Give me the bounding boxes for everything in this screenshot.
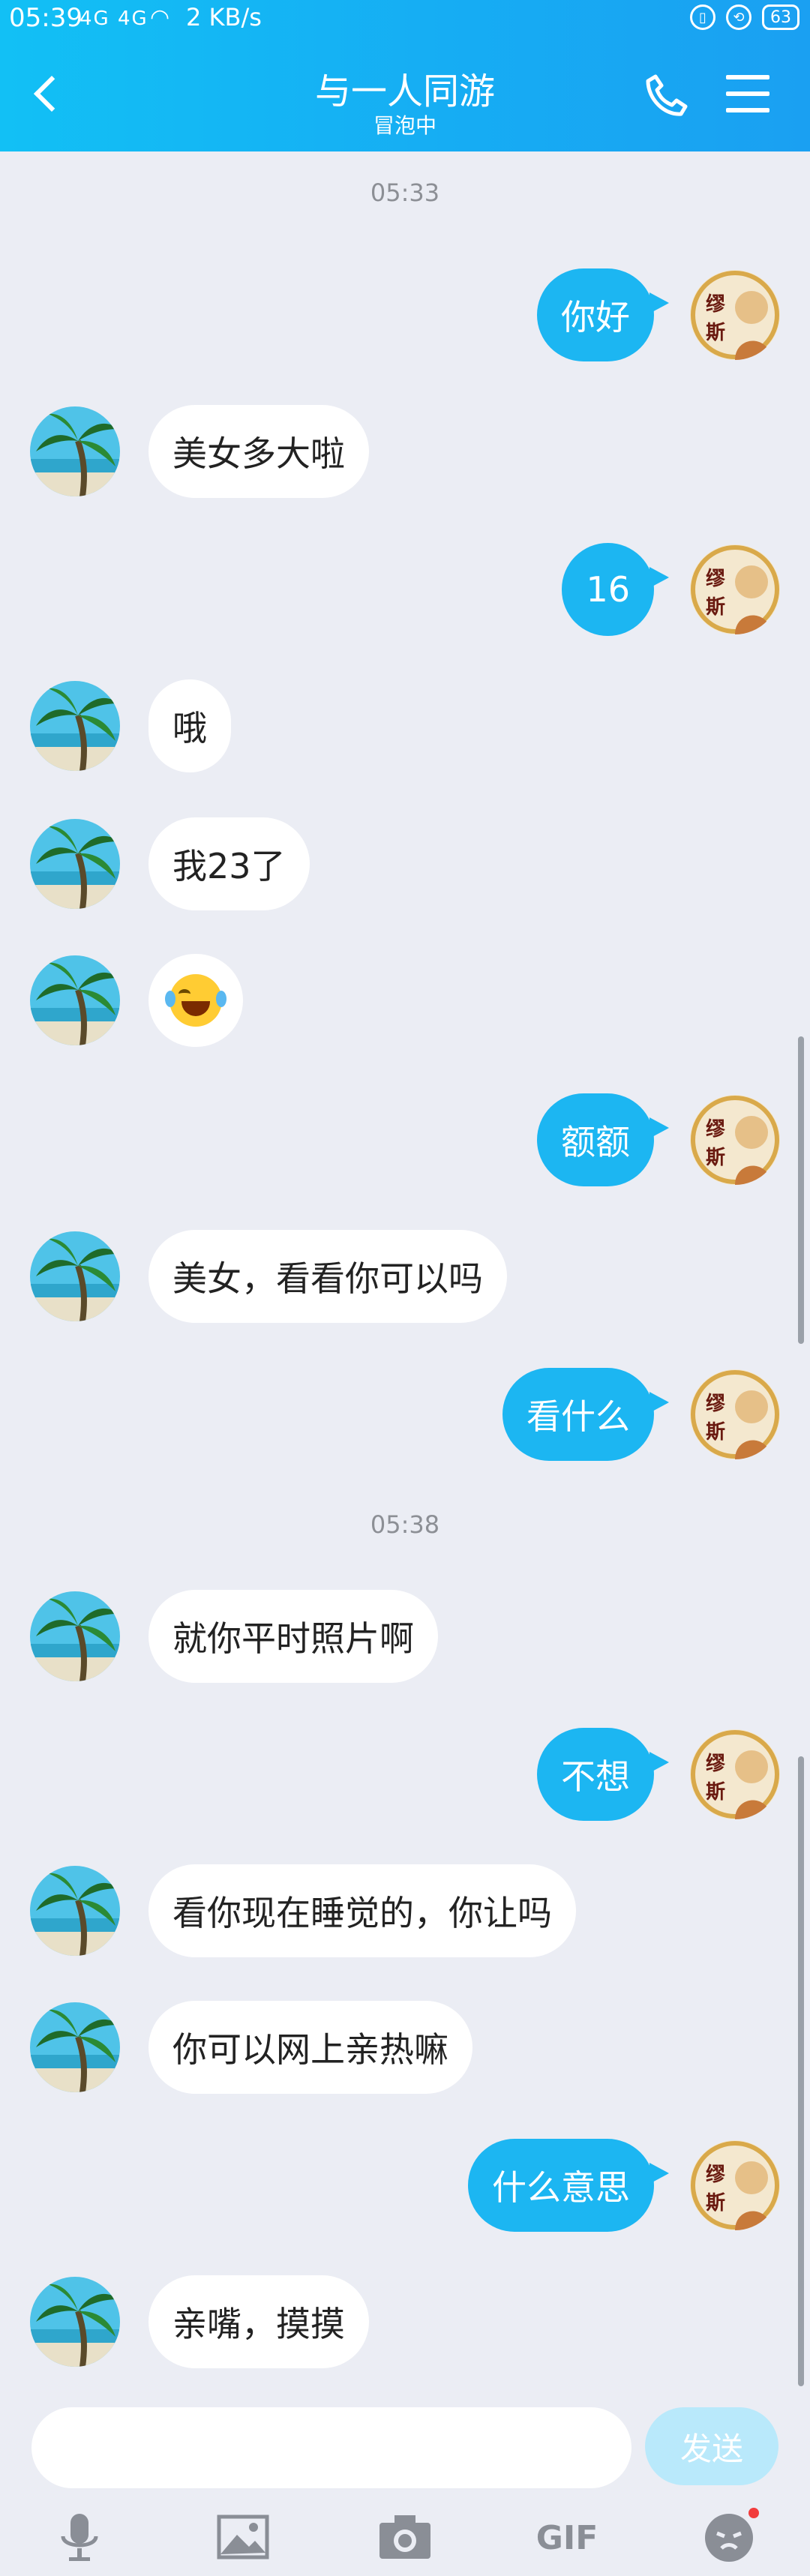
contact-avatar[interactable] (30, 2277, 120, 2367)
my-avatar[interactable]: 缪斯 (690, 1729, 780, 1819)
status-bar: 05:39 4G 4G ◠ 2 KB/s ▯ ⟲ 63 (0, 0, 810, 41)
signal-icon: 4G 4G (80, 7, 148, 30)
svg-text:斯: 斯 (706, 1147, 725, 1169)
image-icon (217, 2515, 269, 2560)
outgoing-message[interactable]: 什么意思 (468, 2139, 669, 2232)
my-avatar[interactable]: 缪斯 (690, 1369, 780, 1459)
top-bar: 05:39 4G 4G ◠ 2 KB/s ▯ ⟲ 63 与一人同游 冒泡中 (0, 0, 810, 151)
incoming-message[interactable]: 我23了 (148, 817, 310, 910)
contact-avatar[interactable] (30, 1231, 120, 1321)
input-bar: 发送 GIF (0, 2401, 810, 2576)
contact-avatar[interactable] (30, 955, 120, 1045)
face-with-tears-of-joy-icon (165, 974, 226, 1027)
message-text: 你好 (561, 297, 630, 337)
svg-text:斯: 斯 (706, 322, 725, 344)
my-avatar[interactable]: 缪斯 (690, 2140, 780, 2230)
incoming-message[interactable]: 哦 (148, 679, 231, 772)
battery-icon: 63 (762, 4, 800, 30)
contact-avatar[interactable] (30, 1866, 120, 1956)
svg-text:缪: 缪 (706, 1752, 726, 1775)
message-text: 什么意思 (492, 2167, 630, 2208)
voice-button[interactable] (50, 2508, 110, 2568)
message-text: 就你平时照片啊 (172, 1618, 414, 1659)
status-time: 05:39 (9, 3, 82, 33)
outgoing-message[interactable]: 额额 (537, 1093, 669, 1186)
phone-call-button[interactable] (642, 72, 690, 120)
outgoing-message[interactable]: 看什么 (502, 1368, 669, 1461)
wifi-icon: ◠ (150, 4, 170, 31)
network-speed: 2 KB/s (186, 3, 262, 31)
message-text: 我23了 (172, 846, 286, 886)
outgoing-message[interactable]: 你好 (537, 268, 669, 361)
svg-text:缪: 缪 (706, 292, 726, 316)
svg-text:缪: 缪 (706, 567, 726, 590)
my-avatar[interactable]: 缪斯 (690, 270, 780, 360)
incoming-message[interactable]: 美女多大啦 (148, 405, 369, 498)
menu-button[interactable] (726, 75, 770, 114)
incoming-message[interactable] (148, 954, 243, 1047)
contact-avatar[interactable] (30, 681, 120, 771)
my-avatar[interactable]: 缪斯 (690, 1095, 780, 1185)
outgoing-message[interactable]: 不想 (537, 1728, 669, 1821)
vibrate-icon: ▯ (690, 4, 716, 30)
gif-button[interactable]: GIF (536, 2508, 598, 2568)
incoming-message[interactable]: 亲嘴，摸摸 (148, 2275, 369, 2368)
my-avatar[interactable]: 缪斯 (690, 544, 780, 634)
emoji-button[interactable] (699, 2508, 759, 2568)
camera-button[interactable] (375, 2508, 435, 2568)
message-text: 16 (586, 569, 630, 610)
notification-dot (748, 2508, 759, 2518)
message-text: 看你现在睡觉的，你让吗 (172, 1893, 552, 1933)
message-text: 哦 (172, 708, 207, 748)
message-timestamp: 05:38 (370, 1510, 440, 1539)
message-input[interactable] (32, 2407, 632, 2488)
message-text: 美女多大啦 (172, 433, 345, 474)
message-text: 额额 (561, 1122, 630, 1162)
message-text: 美女，看看你可以吗 (172, 1258, 483, 1299)
image-button[interactable] (213, 2508, 273, 2568)
message-text: 你可以网上亲热嘛 (172, 2029, 448, 2070)
svg-text:斯: 斯 (706, 1421, 725, 1444)
phone-icon (646, 74, 688, 116)
contact-avatar[interactable] (30, 2002, 120, 2092)
outgoing-message[interactable]: 16 (562, 543, 669, 636)
scrollbar-thumb[interactable] (798, 1756, 804, 2386)
svg-text:斯: 斯 (706, 2192, 725, 2215)
incoming-message[interactable]: 美女，看看你可以吗 (148, 1230, 507, 1323)
svg-text:斯: 斯 (706, 1781, 725, 1804)
camera-icon (380, 2515, 430, 2559)
message-timestamp: 05:33 (370, 178, 440, 207)
message-text: 看什么 (526, 1396, 630, 1437)
svg-text:缪: 缪 (706, 1117, 726, 1141)
incoming-message[interactable]: 你可以网上亲热嘛 (148, 2001, 472, 2094)
contact-avatar[interactable] (30, 819, 120, 909)
contact-avatar[interactable] (30, 406, 120, 496)
chat-area[interactable]: 05:33 你好缪斯美女多大啦 16 缪斯哦我23了 额额缪斯美女，看看你可以吗 看什么缪… (0, 151, 810, 2401)
scrollbar[interactable] (798, 1036, 804, 1344)
send-button[interactable]: 发送 (645, 2407, 778, 2485)
incoming-message[interactable]: 看你现在睡觉的，你让吗 (148, 1864, 576, 1957)
message-text: 亲嘴，摸摸 (172, 2304, 345, 2344)
incoming-message[interactable]: 就你平时照片啊 (148, 1590, 438, 1683)
svg-text:缪: 缪 (706, 2163, 726, 2186)
message-text: 不想 (561, 1756, 630, 1797)
microphone-icon (61, 2514, 98, 2561)
svg-text:缪: 缪 (706, 1392, 726, 1415)
contact-avatar[interactable] (30, 1591, 120, 1681)
lock-rotation-icon: ⟲ (726, 4, 752, 30)
svg-text:斯: 斯 (706, 596, 725, 619)
